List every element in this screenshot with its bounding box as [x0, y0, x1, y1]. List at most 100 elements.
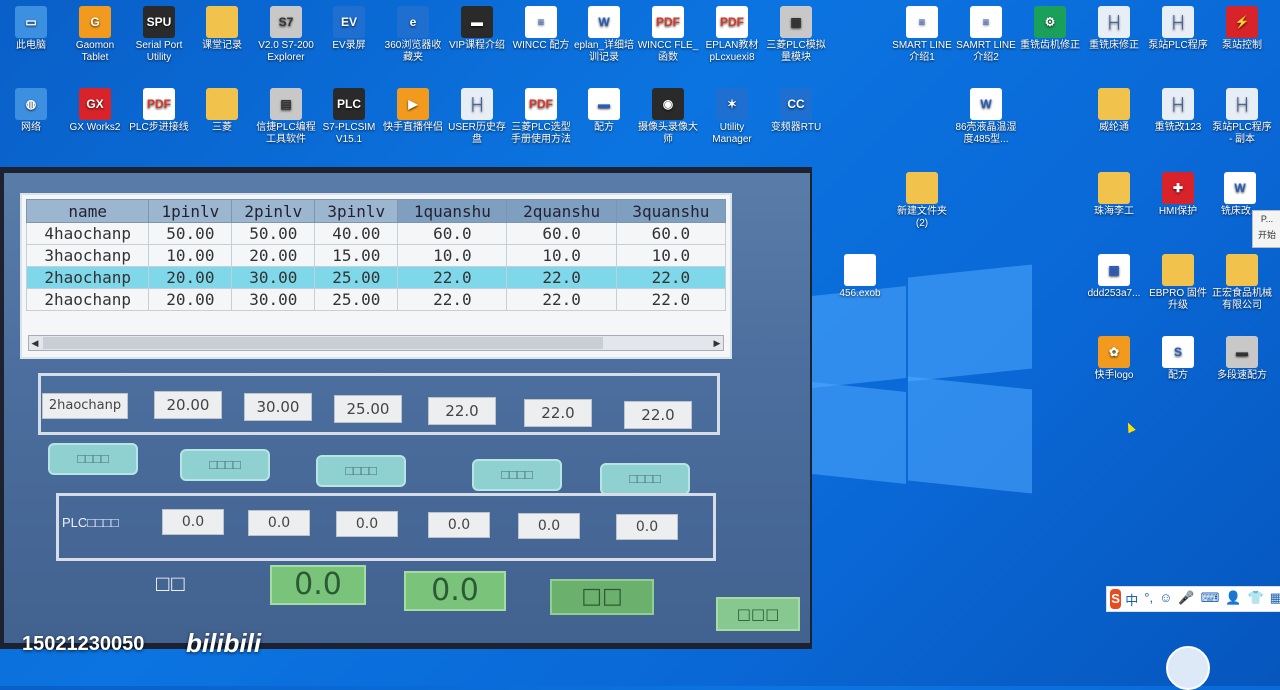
table-hscrollbar[interactable]: ◀ ▶ — [28, 335, 724, 351]
desktop-icon-r1-2[interactable]: SPU Serial Port Utility — [127, 6, 191, 64]
desktop-icon-r2-6[interactable]: ▶ 快手直播伴侣 — [381, 88, 445, 134]
desktop-icon-r2-8[interactable]: PDF 三菱PLC选型手册使用方法 — [509, 88, 573, 146]
desktop-icon-rr4-1[interactable]: ▦ ddd253a7... — [1082, 254, 1146, 300]
table-row[interactable]: 2haochanp 20.00 30.00 25.00 22.0 22.0 22.0 — [25, 266, 727, 289]
edit-value-field[interactable]: 25.00 — [334, 395, 402, 423]
edit-value-field[interactable]: 30.00 — [244, 393, 312, 421]
table-cell: 10.0 — [506, 244, 617, 267]
scroll-left-icon[interactable]: ◀ — [29, 336, 41, 350]
ime-toolbar-item-icon[interactable]: ▦ — [1270, 590, 1280, 609]
desktop-icon-r1-6[interactable]: e 360浏览器收藏夹 — [381, 6, 445, 64]
desktop-icon-r2-10[interactable]: ◉ 摄像头录像大师 — [636, 88, 700, 146]
column-header[interactable]: 1pinlv — [148, 199, 233, 223]
kuaishou-icon: ✿ — [1098, 336, 1130, 368]
desktop-icon-r2-9[interactable]: ▬ 配方 — [572, 88, 636, 134]
desktop-icon-r1-0[interactable]: ▭ 此电脑 — [0, 6, 63, 52]
column-header[interactable]: 3quanshu — [615, 199, 727, 223]
desktop-icon-label: 变频器RTU — [770, 122, 822, 133]
desktop-icon-rr1-5[interactable]: ⚡ 泵站控制 — [1210, 6, 1274, 52]
desktop-icon-r1-10[interactable]: PDF WINCC FLE_函数 — [636, 6, 700, 64]
clock-widget-icon[interactable] — [1166, 646, 1210, 690]
table-cell: 4haochanp — [25, 222, 150, 245]
desktop-icon-label: SAMRT LINE 介绍2 — [956, 40, 1016, 63]
plc-file-icon: ⚙ — [1034, 6, 1066, 38]
edit-value-field[interactable]: 20.00 — [154, 391, 222, 419]
table-row[interactable]: 4haochanp 50.00 50.00 40.00 60.0 60.0 60.0 — [25, 222, 727, 245]
table-cell: 22.0 — [615, 288, 727, 311]
desktop-icon-r2-2[interactable]: PDF PLC步进接线 — [127, 88, 191, 134]
ime-toolbar-item-icon[interactable]: 🎤 — [1178, 590, 1194, 609]
plcsim-icon: PLC — [333, 88, 365, 120]
side-start-button[interactable]: P... 开始 — [1252, 210, 1280, 248]
desktop-icon-rr1-1[interactable]: ≡ SAMRT LINE 介绍2 — [954, 6, 1018, 64]
hmi-button[interactable]: □□□□ — [48, 443, 138, 475]
desktop-icon-rr3-0[interactable]: 新建文件夹 (2) — [890, 172, 954, 230]
desktop-icon-rr2-1[interactable]: 威纶通 — [1082, 88, 1146, 134]
desktop-icon-rr2-3[interactable]: ├┤ 泵站PLC程序 - 副本 — [1210, 88, 1274, 146]
desktop-icon-r1-8[interactable]: ≡ WINCC 配方 — [509, 6, 573, 52]
corner-button[interactable]: □□□ — [716, 597, 800, 631]
scroll-right-icon[interactable]: ▶ — [711, 336, 723, 350]
column-header[interactable]: 1quanshu — [397, 199, 508, 223]
desktop-icon-rr2-0[interactable]: W 86壳液晶温湿度485型... — [954, 88, 1018, 146]
desktop-icon-rr4-3[interactable]: 正宏食品机械有限公司 — [1210, 254, 1274, 312]
edit-value-field[interactable]: 22.0 — [624, 401, 692, 429]
desktop-icon-rr4-2[interactable]: EBPRO 固件升级 — [1146, 254, 1210, 312]
desktop-icon-rr5-2[interactable]: ▬ 多段速配方 — [1210, 336, 1274, 382]
desktop-icon-r2-11[interactable]: ✶ Utility Manager — [700, 88, 764, 146]
column-header[interactable]: 2pinlv — [231, 199, 316, 223]
hmi-button[interactable]: □□□□ — [180, 449, 270, 481]
ime-toolbar-item-icon[interactable]: 👕 — [1248, 590, 1264, 609]
recipe-table-box: name 1pinlv 2pinlv 3pinlv 1quanshu 2quanshu 3q… — [20, 193, 732, 359]
desktop-icon-rr3-1[interactable]: 珠海李工 — [1082, 172, 1146, 218]
desktop-icon-rr1-2[interactable]: ⚙ 重铣齿机修正 — [1018, 6, 1082, 52]
ime-toolbar[interactable]: S 中 °, ☺ 🎤 ⌨ 👤 👕 ▦ — [1106, 586, 1280, 612]
ime-toolbar-item-icon[interactable]: °, — [1144, 590, 1153, 609]
ime-toolbar-item-icon[interactable]: 中 — [1125, 590, 1138, 609]
table-cell: 22.0 — [397, 266, 508, 289]
edit-value-field[interactable]: 22.0 — [524, 399, 592, 427]
desktop-icon-r2-0[interactable]: ◍ 网络 — [0, 88, 63, 134]
desktop-icon-rr5-1[interactable]: S 配方 — [1146, 336, 1210, 382]
desktop-icon-r1-3[interactable]: 课堂记录 — [190, 6, 254, 52]
desktop-icon-r1-9[interactable]: Weplan_详细培训记录 — [572, 6, 636, 64]
table-cell: 20.00 — [231, 244, 316, 267]
ime-toolbar-item-icon[interactable]: ☺ — [1159, 590, 1172, 609]
column-header[interactable]: 2quanshu — [506, 199, 617, 223]
desktop-icon-rr1-0[interactable]: ≡ SMART LINE 介绍1 — [890, 6, 954, 64]
desktop-icon-r1-1[interactable]: G Gaomon Tablet — [63, 6, 127, 64]
desktop-icon-rr1-3[interactable]: ├┤ 重铣床修正 — [1082, 6, 1146, 52]
desktop-icon-rr3-2[interactable]: ✚ HMI保护 — [1146, 172, 1210, 218]
scroll-thumb[interactable] — [43, 337, 603, 349]
desktop-icon-r2-4[interactable]: ▤ 信捷PLC编程工具软件 — [254, 88, 318, 146]
table-cell: 25.00 — [314, 288, 399, 311]
desktop-icon-rr5-0[interactable]: ✿ 快手logo — [1082, 336, 1146, 382]
table-row[interactable]: 2haochanp 20.00 30.00 25.00 22.0 22.0 22.0 — [25, 288, 727, 311]
desktop-icon-r2-7[interactable]: ├┤ USER历史存盘 — [445, 88, 509, 146]
desktop-icon-r2-5[interactable]: PLC S7-PLCSIM V15.1 — [317, 88, 381, 146]
desktop-icon-r1-7[interactable]: ▬ VIP课程介绍 — [445, 6, 509, 52]
sogou-logo-icon[interactable]: S — [1110, 589, 1122, 609]
hmi-button[interactable]: □□□□ — [472, 459, 562, 491]
desktop-icon-rr4-0[interactable]: 456.exob — [828, 254, 892, 300]
desktop-icon-r1-4[interactable]: S7 V2.0 S7-200 Explorer — [254, 6, 318, 64]
column-header[interactable]: name — [25, 199, 150, 223]
desktop-icon-r2-1[interactable]: GX GX Works2 — [63, 88, 127, 134]
desktop-icon-r1-11[interactable]: PDF EPLAN教材 pLcxuexi8 — [700, 6, 764, 64]
desktop-icon-r1-5[interactable]: EV EV录屏 — [317, 6, 381, 52]
desktop-icon-r1-12[interactable]: ▦ 三菱PLC模拟量模块 — [764, 6, 828, 64]
ime-toolbar-item-icon[interactable]: 👤 — [1225, 590, 1241, 609]
desktop-icon-rr2-2[interactable]: ├┤ 重铣改123 — [1146, 88, 1210, 134]
desktop-icon-r2-3[interactable]: 三菱 — [190, 88, 254, 134]
edit-name-field[interactable]: 2haochanp — [42, 393, 128, 419]
desktop-icon-r2-12[interactable]: CC 变频器RTU — [764, 88, 828, 134]
bottom-action-button[interactable]: □□ — [550, 579, 654, 615]
hmi-button[interactable]: □□□□ — [600, 463, 690, 495]
ime-toolbar-item-icon[interactable]: ⌨ — [1201, 590, 1220, 609]
column-header[interactable]: 3pinlv — [314, 199, 399, 223]
hmi-button[interactable]: □□□□ — [316, 455, 406, 487]
desktop-icon-rr1-4[interactable]: ├┤ 泵站PLC程序 — [1146, 6, 1210, 52]
table-row[interactable]: 3haochanp 10.00 20.00 15.00 10.0 10.0 10.0 — [25, 244, 727, 267]
desktop-icon-label: 信捷PLC编程工具软件 — [256, 122, 316, 145]
edit-value-field[interactable]: 22.0 — [428, 397, 496, 425]
